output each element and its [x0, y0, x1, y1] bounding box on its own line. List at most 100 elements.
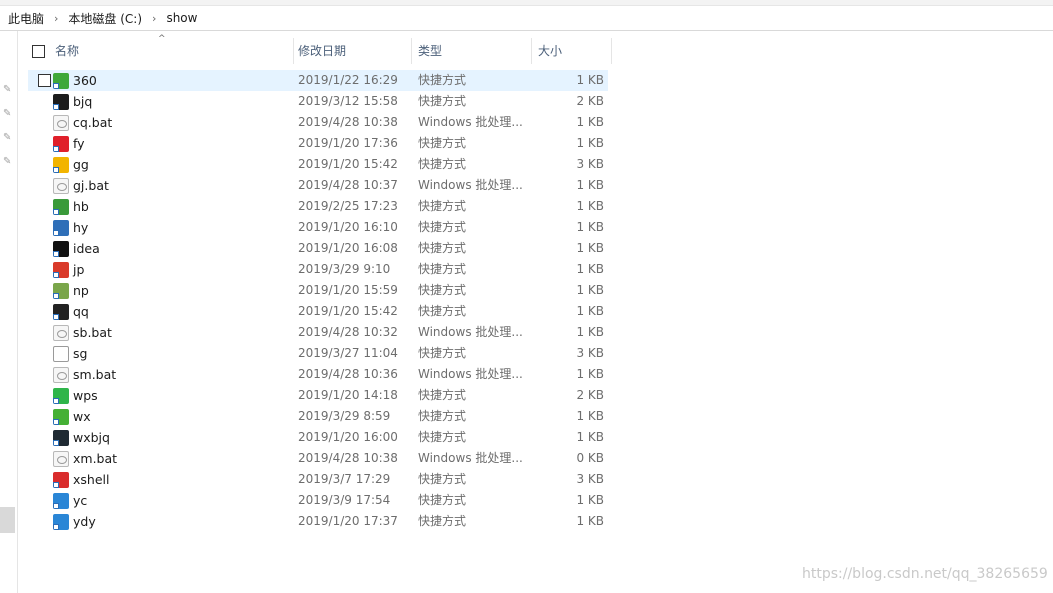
file-date-modified: 2019/3/27 11:04 — [298, 346, 398, 360]
file-row[interactable]: hb 2019/2/25 17:23 快捷方式 1 KB — [28, 196, 608, 217]
file-row[interactable]: cq.bat 2019/4/28 10:38 Windows 批处理... 1 KB — [28, 112, 608, 133]
chrome-icon — [53, 157, 69, 173]
file-row[interactable]: gg 2019/1/20 15:42 快捷方式 3 KB — [28, 154, 608, 175]
file-row[interactable]: wx 2019/3/29 8:59 快捷方式 1 KB — [28, 406, 608, 427]
file-row[interactable]: ydy 2019/1/20 17:37 快捷方式 1 KB — [28, 511, 608, 532]
file-row[interactable]: wxbjq 2019/1/20 16:00 快捷方式 1 KB — [28, 427, 608, 448]
select-all-checkbox[interactable] — [32, 45, 45, 58]
shortcut-arrow-icon — [53, 398, 59, 404]
column-divider[interactable] — [531, 38, 532, 64]
shortcut-arrow-icon — [53, 314, 59, 320]
file-date-modified: 2019/1/22 16:29 — [298, 73, 398, 87]
file-size: 2 KB — [576, 388, 604, 402]
column-date-modified[interactable]: 修改日期 — [298, 38, 408, 64]
chevron-right-icon[interactable]: › — [146, 12, 162, 25]
file-type: 快捷方式 — [418, 388, 467, 402]
file-size: 1 KB — [576, 178, 604, 192]
pin-icon[interactable]: ✎ — [3, 156, 13, 168]
file-date-modified: 2019/1/20 15:42 — [298, 157, 398, 171]
file-row[interactable]: bjq 2019/3/12 15:58 快捷方式 2 KB — [28, 91, 608, 112]
column-size[interactable]: 大小 — [538, 38, 608, 64]
file-name: hy — [73, 220, 89, 235]
file-size: 1 KB — [576, 115, 604, 129]
file-list: 360 2019/1/22 16:29 快捷方式 1 KB bjq 2019/3/12 1… — [28, 70, 612, 532]
file-type: 快捷方式 — [418, 220, 467, 234]
file-row[interactable]: idea 2019/1/20 16:08 快捷方式 1 KB — [28, 238, 608, 259]
intellij-idea-icon — [53, 241, 69, 257]
file-name: jp — [73, 262, 85, 277]
file-size: 1 KB — [576, 304, 604, 318]
file-row[interactable]: sg 2019/3/27 11:04 快捷方式 3 KB — [28, 343, 608, 364]
column-divider[interactable] — [611, 38, 612, 64]
navigation-selected-item[interactable] — [0, 507, 15, 533]
breadcrumb-local-disk[interactable]: 本地磁盘 (C:) — [64, 10, 146, 27]
address-bar[interactable]: 此电脑 › 本地磁盘 (C:) › show — [0, 6, 1053, 31]
file-size: 1 KB — [576, 430, 604, 444]
file-row[interactable]: qq 2019/1/20 15:42 快捷方式 1 KB — [28, 301, 608, 322]
file-size: 1 KB — [576, 136, 604, 150]
file-date-modified: 2019/3/29 8:59 — [298, 409, 391, 423]
file-row[interactable]: jp 2019/3/29 9:10 快捷方式 1 KB — [28, 259, 608, 280]
column-type[interactable]: 类型 — [418, 38, 528, 64]
file-date-modified: 2019/1/20 15:59 — [298, 283, 398, 297]
breadcrumb-show-folder[interactable]: show — [162, 11, 201, 25]
blank-file-icon — [53, 346, 69, 362]
row-checkbox[interactable] — [38, 74, 51, 87]
file-row[interactable]: 360 2019/1/22 16:29 快捷方式 1 KB — [28, 70, 608, 91]
file-date-modified: 2019/4/28 10:37 — [298, 178, 398, 192]
file-date-modified: 2019/4/28 10:36 — [298, 367, 398, 381]
pin-icon[interactable]: ✎ — [3, 132, 13, 144]
file-date-modified: 2019/1/20 17:37 — [298, 514, 398, 528]
file-size: 1 KB — [576, 493, 604, 507]
file-name: wps — [73, 388, 98, 403]
ydy-icon — [53, 514, 69, 530]
file-date-modified: 2019/1/20 16:10 — [298, 220, 398, 234]
file-row[interactable]: np 2019/1/20 15:59 快捷方式 1 KB — [28, 280, 608, 301]
file-row[interactable]: hy 2019/1/20 16:10 快捷方式 1 KB — [28, 217, 608, 238]
file-size: 1 KB — [576, 409, 604, 423]
pin-icon[interactable]: ✎ — [3, 108, 13, 120]
column-divider[interactable] — [411, 38, 412, 64]
file-type: 快捷方式 — [418, 157, 467, 171]
shortcut-arrow-icon — [53, 167, 59, 173]
yc-icon — [53, 493, 69, 509]
column-header: ^ 名称 修改日期 类型 大小 — [28, 34, 612, 64]
shortcut-arrow-icon — [53, 440, 59, 446]
file-row[interactable]: gj.bat 2019/4/28 10:37 Windows 批处理... 1 KB — [28, 175, 608, 196]
shortcut-arrow-icon — [53, 524, 59, 530]
file-name: sb.bat — [73, 325, 112, 340]
file-name: idea — [73, 241, 100, 256]
batch-file-icon — [53, 451, 69, 467]
pin-icon[interactable]: ✎ — [3, 84, 13, 96]
file-type: 快捷方式 — [418, 262, 467, 276]
hy-icon — [53, 220, 69, 236]
file-row[interactable]: sb.bat 2019/4/28 10:32 Windows 批处理... 1 KB — [28, 322, 608, 343]
navigation-pane[interactable]: ✎ ✎ ✎ ✎ — [0, 31, 18, 593]
shortcut-arrow-icon — [53, 272, 59, 278]
file-row[interactable]: fy 2019/1/20 17:36 快捷方式 1 KB — [28, 133, 608, 154]
file-name: gj.bat — [73, 178, 109, 193]
xshell-icon — [53, 472, 69, 488]
file-type: 快捷方式 — [418, 493, 467, 507]
file-name: cq.bat — [73, 115, 113, 130]
file-date-modified: 2019/4/28 10:38 — [298, 115, 398, 129]
file-size: 1 KB — [576, 325, 604, 339]
file-size: 1 KB — [576, 514, 604, 528]
file-name: np — [73, 283, 89, 298]
file-row[interactable]: wps 2019/1/20 14:18 快捷方式 2 KB — [28, 385, 608, 406]
file-row[interactable]: xshell 2019/3/7 17:29 快捷方式 3 KB — [28, 469, 608, 490]
file-type: 快捷方式 — [418, 283, 467, 297]
file-row[interactable]: sm.bat 2019/4/28 10:36 Windows 批处理... 1 KB — [28, 364, 608, 385]
file-row[interactable]: yc 2019/3/9 17:54 快捷方式 1 KB — [28, 490, 608, 511]
file-size: 3 KB — [576, 472, 604, 486]
shortcut-arrow-icon — [53, 293, 59, 299]
file-size: 3 KB — [576, 346, 604, 360]
360-browser-icon — [53, 73, 69, 89]
file-row[interactable]: xm.bat 2019/4/28 10:38 Windows 批处理... 0 KB — [28, 448, 608, 469]
column-name[interactable]: 名称 — [55, 38, 290, 64]
file-name: gg — [73, 157, 89, 172]
breadcrumb-this-pc[interactable]: 此电脑 — [0, 10, 48, 27]
chevron-right-icon[interactable]: › — [48, 12, 64, 25]
column-divider[interactable] — [293, 38, 294, 64]
file-type: 快捷方式 — [418, 514, 467, 528]
